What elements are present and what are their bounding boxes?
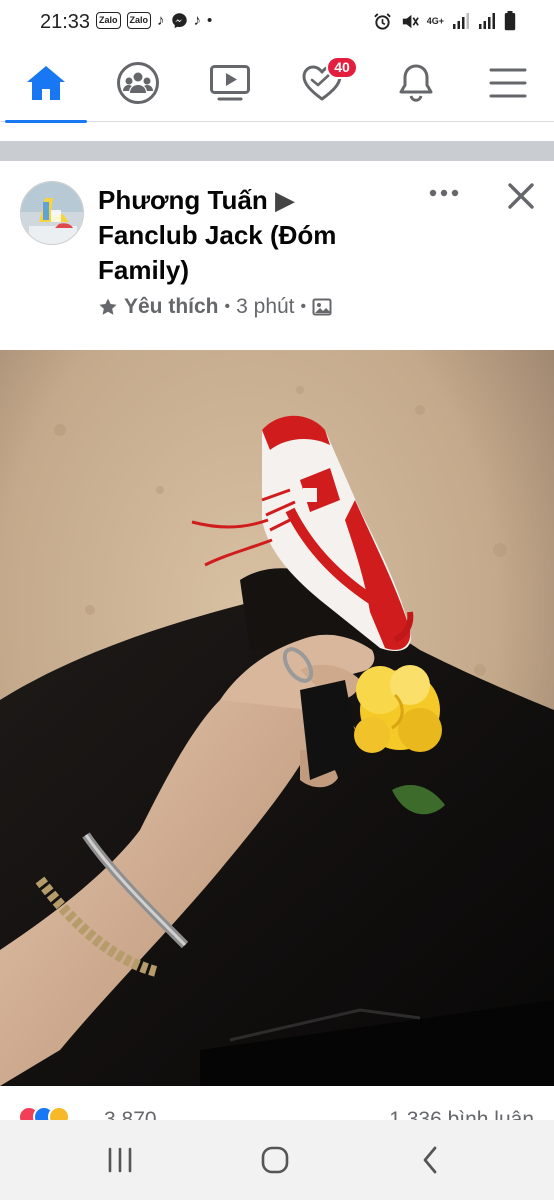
post-time[interactable]: 3 phút — [236, 295, 294, 319]
close-icon[interactable] — [506, 181, 536, 211]
active-tab-indicator — [5, 120, 87, 123]
zalo-icon: Zalo — [96, 12, 121, 29]
nav-dating[interactable]: 40 — [276, 44, 368, 122]
mute-icon — [402, 14, 419, 28]
nav-menu[interactable] — [462, 44, 554, 122]
more-options-icon[interactable] — [428, 185, 460, 201]
separator: • — [224, 298, 231, 315]
nav-watch[interactable] — [184, 44, 276, 122]
watch-icon — [210, 65, 250, 101]
signal-icon — [453, 13, 469, 29]
back-icon — [423, 1146, 437, 1174]
main-nav-bar: 40 — [0, 44, 554, 123]
nav-notifications[interactable] — [370, 44, 462, 122]
post-photo[interactable] — [0, 350, 554, 1086]
post-author-line: Phương Tuấn ▶ Fanclub Jack (Đóm Family) — [98, 183, 398, 288]
home-circle-icon — [261, 1146, 289, 1174]
bell-icon — [399, 64, 433, 102]
zalo-icon: Zalo — [126, 12, 152, 29]
post-meta: Yêu thích • 3 phút • — [98, 295, 332, 319]
back-button[interactable] — [400, 1140, 460, 1180]
signal-icon — [479, 13, 495, 29]
home-icon — [27, 66, 65, 100]
home-button[interactable] — [245, 1140, 305, 1180]
groups-icon — [117, 62, 159, 104]
status-notification-icons: Zalo Zalo ♪ ♪ • — [96, 12, 212, 29]
messenger-icon — [171, 13, 187, 29]
network-type: 4G+ — [426, 15, 444, 26]
photo-icon — [312, 298, 332, 316]
nav-home[interactable] — [0, 44, 92, 123]
feed-separator — [0, 141, 554, 161]
system-navigation-bar — [0, 1120, 554, 1200]
author-name[interactable]: Phương Tuấn — [98, 185, 268, 215]
relation-label: Yêu thích — [124, 295, 219, 318]
recent-apps-button[interactable] — [90, 1140, 150, 1180]
recent-apps-icon — [108, 1147, 132, 1173]
status-time: 21:33 — [40, 11, 91, 33]
tiktok-icon: ♪ — [157, 12, 165, 29]
separator: • — [300, 298, 307, 315]
tiktok-icon: ♪ — [193, 12, 202, 29]
notification-count-badge: 40 — [326, 56, 358, 79]
menu-icon — [489, 68, 527, 98]
status-bar: 21:33 Zalo Zalo ♪ ♪ • 4G+ — [0, 0, 554, 44]
status-system-icons: 4G+ — [373, 11, 516, 31]
group-name[interactable]: Fanclub Jack (Đóm Family) — [98, 220, 336, 285]
star-icon — [99, 298, 117, 315]
nav-groups[interactable] — [92, 44, 184, 122]
play-arrow-icon: ▶ — [274, 185, 295, 215]
alarm-icon — [373, 12, 391, 30]
post-header: Phương Tuấn ▶ Fanclub Jack (Đóm Family) … — [0, 161, 554, 350]
dot-icon: • — [207, 12, 213, 29]
battery-icon — [504, 11, 516, 31]
avatar[interactable] — [20, 181, 84, 245]
